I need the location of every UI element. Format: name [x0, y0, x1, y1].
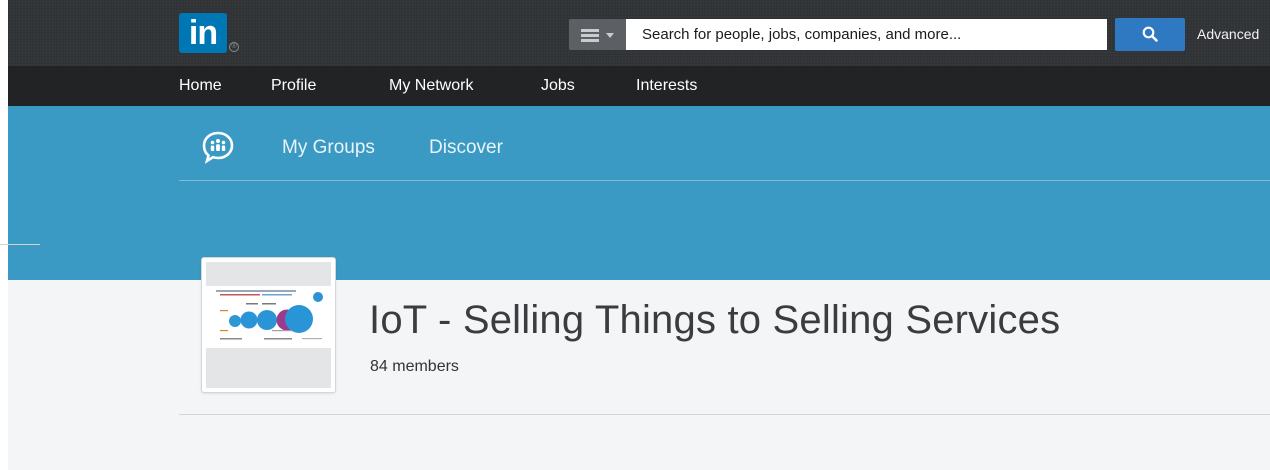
search-button[interactable] — [1115, 18, 1185, 51]
menu-icon — [581, 29, 599, 42]
group-logo-image — [206, 286, 331, 348]
divider — [179, 414, 1270, 415]
advanced-search-link[interactable]: Advanced — [1197, 26, 1259, 42]
tab-discover[interactable]: Discover — [429, 137, 503, 159]
group-title: IoT - Selling Things to Selling Services — [369, 298, 1061, 342]
linkedin-logo[interactable]: in — [179, 13, 227, 53]
group-logo[interactable] — [201, 257, 336, 393]
tab-my-groups[interactable]: My Groups — [282, 137, 375, 159]
search-icon — [1142, 26, 1158, 42]
member-count[interactable]: 84 members — [370, 358, 459, 376]
search-type-dropdown[interactable] — [569, 19, 626, 50]
registered-mark-icon: ® — [229, 42, 239, 52]
search-input[interactable] — [626, 19, 1107, 50]
nav-item-my-network[interactable]: My Network — [389, 77, 473, 95]
groups-chat-icon[interactable] — [200, 130, 236, 164]
nav-item-profile[interactable]: Profile — [271, 77, 316, 95]
nav-item-home[interactable]: Home — [179, 77, 222, 95]
left-margin — [0, 0, 8, 470]
divider — [0, 244, 40, 245]
chevron-down-icon — [606, 33, 614, 38]
nav-item-jobs[interactable]: Jobs — [541, 77, 575, 95]
divider — [179, 180, 1270, 181]
groups-banner — [8, 106, 1270, 280]
linkedin-groups-page: in ® Advanced Home Profile My Network Jo… — [0, 0, 1270, 470]
nav-item-interests[interactable]: Interests — [636, 77, 697, 95]
